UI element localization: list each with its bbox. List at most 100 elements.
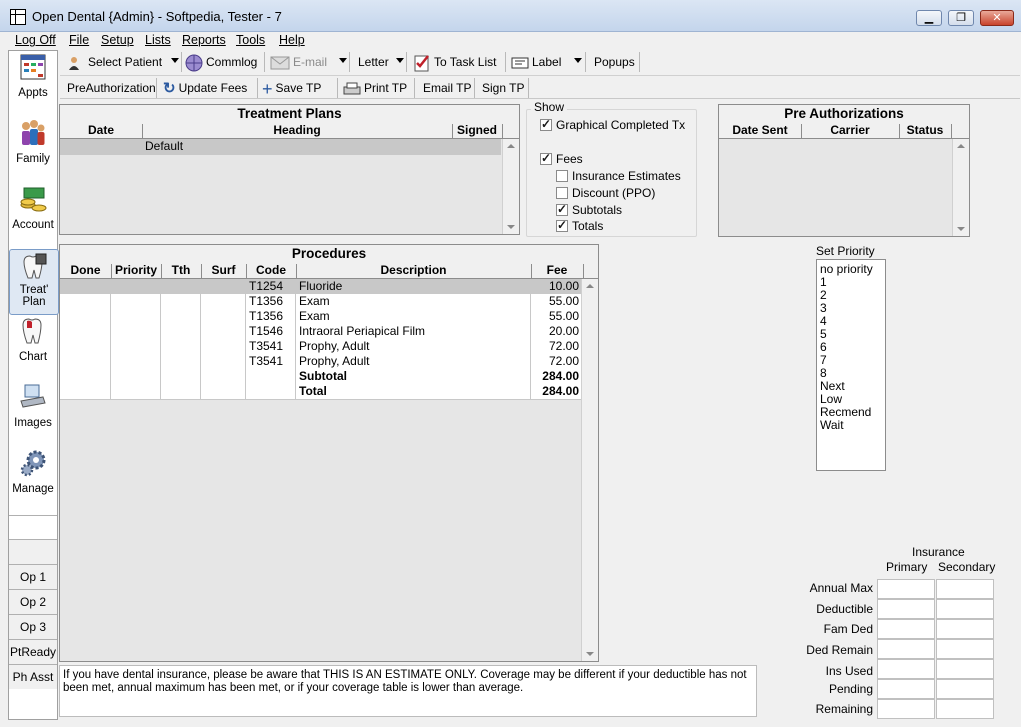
secondary-ins-used-field (936, 659, 994, 679)
list-item[interactable]: no priority (820, 263, 873, 276)
scroll-up-icon[interactable] (586, 284, 594, 288)
op-button-blank[interactable] (9, 515, 57, 540)
menu-log-off[interactable]: Log Off (15, 33, 56, 47)
popups-button[interactable]: Popups (594, 50, 635, 74)
code-cell: T3541 (246, 354, 296, 369)
secondary-remaining-field (936, 699, 994, 719)
menu-tools[interactable]: Tools (236, 33, 265, 47)
fees-checkbox[interactable] (540, 151, 552, 165)
calendar-icon (20, 54, 46, 80)
column-header[interactable]: Surf (201, 264, 247, 278)
column-header[interactable]: Description (296, 264, 532, 278)
op-button-op1[interactable]: Op 1 (9, 564, 57, 589)
column-header[interactable]: Priority (111, 264, 162, 278)
treatment-note-textbox[interactable]: If you have dental insurance, please be … (59, 665, 757, 717)
module-appts[interactable]: Appts (9, 51, 57, 115)
checkbox-label: Discount (PPO) (572, 186, 656, 200)
column-header[interactable]: Heading (142, 124, 453, 138)
column-header[interactable]: Carrier (801, 124, 900, 138)
discount-ppo-checkbox[interactable] (556, 187, 568, 199)
scroll-down-icon[interactable] (507, 225, 515, 229)
menu-file[interactable]: File (69, 33, 89, 47)
menu-setup[interactable]: Setup (101, 33, 134, 47)
menu-reports[interactable]: Reports (182, 33, 226, 47)
op-button-blank[interactable] (9, 539, 57, 564)
column-header[interactable]: Date (60, 124, 143, 138)
task-list-button[interactable]: To Task List (413, 50, 496, 74)
procedures-grid: Procedures Done Priority Tth Surf Code D… (59, 244, 599, 662)
module-family[interactable]: Family (9, 117, 57, 181)
column-header[interactable]: Signed (452, 124, 503, 138)
update-fees-label: Update Fees (178, 81, 248, 95)
email-tp-button[interactable]: Email TP (423, 76, 471, 100)
subtotals-checkbox[interactable] (556, 202, 568, 216)
code-cell: T1254 (246, 279, 296, 294)
commlog-button[interactable]: Commlog (185, 50, 257, 74)
scroll-up-icon[interactable] (507, 144, 515, 148)
column-header[interactable]: Done (60, 264, 112, 278)
maximize-button[interactable]: ❐ (948, 10, 974, 26)
table-row[interactable]: T1254 Fluoride 10.00 (60, 279, 583, 295)
table-row[interactable]: T1356 Exam 55.00 (60, 294, 583, 310)
scroll-down-icon[interactable] (957, 227, 965, 231)
minimize-button[interactable]: ▁ (916, 10, 942, 26)
print-tp-button[interactable]: Print TP (343, 76, 407, 100)
module-account[interactable]: Account (9, 183, 57, 247)
vertical-scrollbar[interactable] (952, 139, 969, 236)
module-images[interactable]: Images (9, 381, 57, 445)
column-header[interactable]: Status (899, 124, 952, 138)
menu-help[interactable]: Help (279, 33, 305, 47)
main-toolbar: Select Patient Commlog E-mail Letter To … (60, 50, 1020, 74)
table-row[interactable]: T3541 Prophy, Adult 72.00 (60, 339, 583, 355)
save-tp-button[interactable]: + Save TP (262, 76, 321, 100)
total-row[interactable]: Total 284.00 (60, 384, 583, 400)
preauthorization-button[interactable]: PreAuthorization (67, 76, 156, 100)
money-icon (20, 187, 47, 212)
letter-dropdown-icon[interactable] (396, 58, 404, 63)
table-row[interactable]: T3541 Prophy, Adult 72.00 (60, 354, 583, 370)
letter-button[interactable]: Letter (358, 50, 389, 74)
insurance-estimates-checkbox[interactable] (556, 170, 568, 182)
graphical-completed-tx-checkbox[interactable] (540, 117, 552, 131)
description-cell: Fluoride (296, 279, 531, 294)
table-row[interactable]: Default (60, 139, 501, 155)
column-header[interactable]: Code (246, 264, 297, 278)
table-row[interactable]: T1356 Exam 55.00 (60, 309, 583, 325)
email-button[interactable]: E-mail (270, 50, 327, 74)
op-button-op2[interactable]: Op 2 (9, 589, 57, 614)
close-button[interactable]: ✕ (980, 10, 1014, 26)
fee-cell: 20.00 (531, 324, 583, 339)
fee-cell: 55.00 (531, 309, 583, 324)
label-button[interactable]: Label (511, 50, 561, 74)
module-chart[interactable]: Chart (9, 315, 57, 379)
email-dropdown-icon[interactable] (339, 58, 347, 63)
total-label: Total (296, 384, 531, 399)
select-patient-dropdown-icon[interactable] (171, 58, 179, 63)
subtotal-row[interactable]: Subtotal 284.00 (60, 369, 583, 385)
vertical-scrollbar[interactable] (502, 139, 519, 234)
column-header[interactable]: Date Sent (719, 124, 802, 138)
module-treatment-plan[interactable]: Treat' Plan (9, 249, 59, 315)
ins-row-label: Ded Remain (806, 643, 873, 657)
table-row[interactable]: T1546 Intraoral Periapical Film 20.00 (60, 324, 583, 340)
select-patient-button[interactable]: Select Patient (63, 50, 162, 74)
vertical-scrollbar[interactable] (581, 279, 598, 661)
primary-fam-ded-field (877, 619, 935, 639)
set-priority-list[interactable]: no priority 1 2 3 4 5 6 7 8 Next Low Rec… (816, 259, 886, 471)
label-dropdown-icon[interactable] (574, 58, 582, 63)
totals-checkbox[interactable] (556, 218, 568, 232)
description-cell: Prophy, Adult (296, 339, 531, 354)
op-button-op3[interactable]: Op 3 (9, 614, 57, 639)
op-button-ph-asst[interactable]: Ph Asst (9, 664, 57, 689)
scroll-up-icon[interactable] (957, 144, 965, 148)
op-button-ptready[interactable]: PtReady (9, 639, 57, 664)
update-fees-button[interactable]: ↻ Update Fees (163, 76, 247, 100)
list-item[interactable]: Wait (820, 419, 844, 432)
column-header[interactable]: Fee (531, 264, 584, 278)
sign-tp-button[interactable]: Sign TP (482, 76, 524, 100)
menu-lists[interactable]: Lists (145, 33, 171, 47)
module-manage[interactable]: Manage (9, 447, 57, 511)
printer-icon (343, 82, 361, 95)
scroll-down-icon[interactable] (586, 652, 594, 656)
column-header[interactable]: Tth (161, 264, 202, 278)
